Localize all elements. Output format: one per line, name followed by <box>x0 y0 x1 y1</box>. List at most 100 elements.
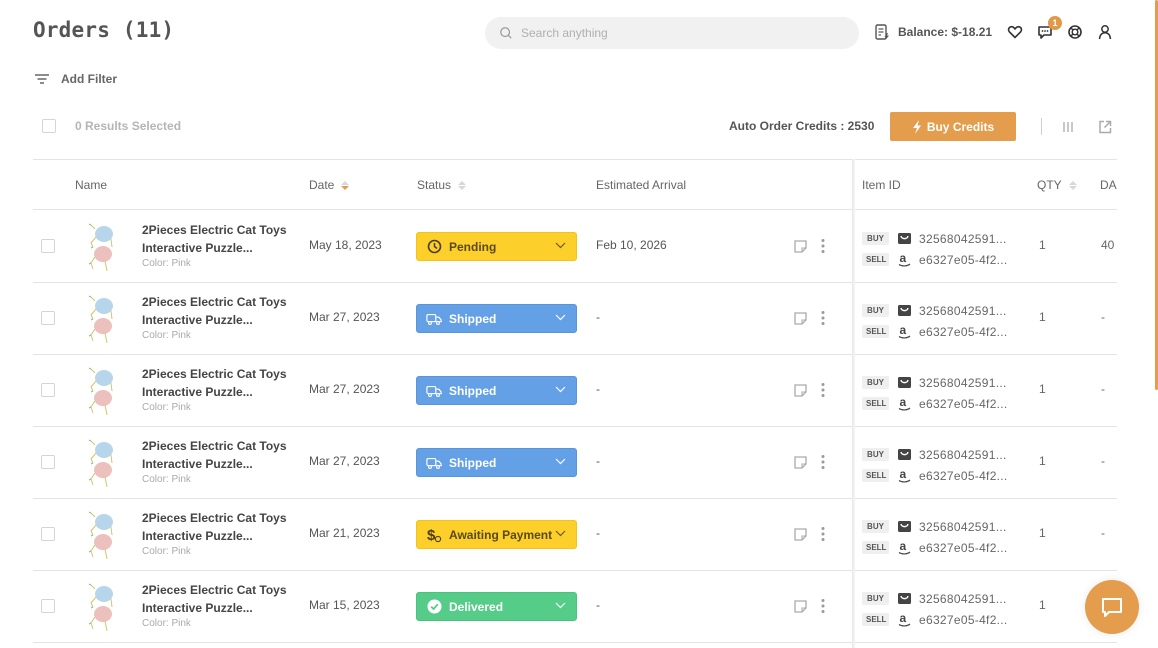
product-name-line2[interactable]: Interactive Puzzle... <box>142 241 253 255</box>
row-checkbox[interactable] <box>41 311 55 325</box>
note-icon[interactable] <box>794 600 807 613</box>
item-ids: BUY 32568042591... SELL a e6327e05-4f2..… <box>862 228 1008 270</box>
product-name-line1[interactable]: 2Pieces Electric Cat Toys <box>142 295 287 309</box>
chat-bubble-icon[interactable]: 1 <box>1035 16 1063 42</box>
search-input[interactable] <box>521 26 821 40</box>
table-row[interactable]: 2Pieces Electric Cat Toys Interactive Pu… <box>33 499 1117 571</box>
da-value: - <box>1101 382 1105 396</box>
product-thumbnail[interactable] <box>83 291 123 347</box>
table-row[interactable]: 2Pieces Electric Cat Toys Interactive Pu… <box>33 571 1117 643</box>
note-icon[interactable] <box>794 528 807 541</box>
table-row[interactable]: 2Pieces Electric Cat Toys Interactive Pu… <box>33 211 1117 283</box>
buy-item-id[interactable]: 32568042591... <box>919 592 1007 606</box>
sell-item-id[interactable]: e6327e05-4f2... <box>919 469 1008 483</box>
amazon-icon: a <box>897 540 911 555</box>
product-variant: Color: Pink <box>142 258 191 269</box>
row-checkbox[interactable] <box>41 599 55 613</box>
status-dropdown[interactable]: Shipped <box>416 448 577 477</box>
buy-item-id[interactable]: 32568042591... <box>919 448 1007 462</box>
invoice-icon[interactable] <box>872 22 892 42</box>
column-header-arrival: Estimated Arrival <box>596 160 686 210</box>
sell-item-id[interactable]: e6327e05-4f2... <box>919 541 1008 555</box>
da-value: - <box>1101 310 1105 324</box>
user-icon[interactable] <box>1095 22 1115 42</box>
buy-item-id[interactable]: 32568042591... <box>919 520 1007 534</box>
page-title: Orders (11) <box>33 18 175 42</box>
status-dropdown[interactable]: Delivered <box>416 592 577 621</box>
product-name-line1[interactable]: 2Pieces Electric Cat Toys <box>142 511 287 525</box>
buy-item-id[interactable]: 32568042591... <box>919 304 1007 318</box>
heart-icon[interactable] <box>1005 22 1025 42</box>
more-options-icon[interactable] <box>821 526 825 542</box>
product-name-line1[interactable]: 2Pieces Electric Cat Toys <box>142 439 287 453</box>
status-dropdown[interactable]: Shipped <box>416 304 577 333</box>
product-variant: Color: Pink <box>142 330 191 341</box>
sell-item-id[interactable]: e6327e05-4f2... <box>919 325 1008 339</box>
status-label: Shipped <box>449 455 497 470</box>
row-checkbox[interactable] <box>41 383 55 397</box>
estimated-arrival: - <box>596 310 600 324</box>
note-icon[interactable] <box>794 456 807 469</box>
svg-text:$: $ <box>427 527 436 543</box>
product-thumbnail[interactable] <box>83 219 123 275</box>
buy-item-id[interactable]: 32568042591... <box>919 376 1007 390</box>
column-header-name: Name <box>75 160 107 210</box>
sort-icon[interactable] <box>458 180 467 190</box>
column-header-date[interactable]: Date <box>309 160 350 210</box>
product-name-line2[interactable]: Interactive Puzzle... <box>142 601 253 615</box>
buy-credits-button[interactable]: Buy Credits <box>890 112 1016 141</box>
estimated-arrival: Feb 10, 2026 <box>596 238 667 252</box>
row-checkbox[interactable] <box>41 527 55 541</box>
select-all-checkbox[interactable] <box>42 119 56 133</box>
svg-text:a: a <box>899 468 906 481</box>
order-date: May 18, 2023 <box>309 238 382 252</box>
status-dropdown[interactable]: Shipped <box>416 376 577 405</box>
table-row[interactable]: 2Pieces Electric Cat Toys Interactive Pu… <box>33 283 1117 355</box>
chat-support-button[interactable] <box>1085 580 1139 634</box>
buy-item-id[interactable]: 32568042591... <box>919 232 1007 246</box>
chevron-down-icon <box>555 458 566 465</box>
product-thumbnail[interactable] <box>83 579 123 635</box>
table-row[interactable]: 2Pieces Electric Cat Toys Interactive Pu… <box>33 355 1117 427</box>
product-thumbnail[interactable] <box>83 363 123 419</box>
note-icon[interactable] <box>794 312 807 325</box>
columns-icon[interactable] <box>1062 120 1074 138</box>
product-name-line1[interactable]: 2Pieces Electric Cat Toys <box>142 223 287 237</box>
column-header-status[interactable]: Status <box>417 160 467 210</box>
row-checkbox[interactable] <box>41 239 55 253</box>
more-options-icon[interactable] <box>821 310 825 326</box>
note-icon[interactable] <box>794 240 807 253</box>
sort-icon[interactable] <box>1068 180 1077 190</box>
export-icon[interactable] <box>1098 120 1112 139</box>
search-bar[interactable] <box>485 17 859 49</box>
status-label: Shipped <box>449 383 497 398</box>
more-options-icon[interactable] <box>821 598 825 614</box>
lifebuoy-icon[interactable] <box>1065 22 1085 42</box>
buy-tag: BUY <box>862 448 889 461</box>
more-options-icon[interactable] <box>821 238 825 254</box>
status-dropdown[interactable]: $ Awaiting Payment <box>416 520 577 549</box>
row-checkbox[interactable] <box>41 455 55 469</box>
da-value: - <box>1101 454 1105 468</box>
product-thumbnail[interactable] <box>83 507 123 563</box>
product-name-line2[interactable]: Interactive Puzzle... <box>142 529 253 543</box>
sell-item-id[interactable]: e6327e05-4f2... <box>919 397 1008 411</box>
sell-tag: SELL <box>862 325 889 338</box>
product-name-line2[interactable]: Interactive Puzzle... <box>142 385 253 399</box>
add-filter-button[interactable]: Add Filter <box>35 72 117 86</box>
sell-item-id[interactable]: e6327e05-4f2... <box>919 613 1008 627</box>
product-name-line2[interactable]: Interactive Puzzle... <box>142 313 253 327</box>
more-options-icon[interactable] <box>821 382 825 398</box>
sort-icon[interactable] <box>341 180 350 190</box>
column-header-qty[interactable]: QTY <box>1037 160 1077 210</box>
product-name-line2[interactable]: Interactive Puzzle... <box>142 457 253 471</box>
more-options-icon[interactable] <box>821 454 825 470</box>
table-row[interactable]: 2Pieces Electric Cat Toys Interactive Pu… <box>33 427 1117 499</box>
sell-item-id[interactable]: e6327e05-4f2... <box>919 253 1008 267</box>
product-thumbnail[interactable] <box>83 435 123 491</box>
product-name-line1[interactable]: 2Pieces Electric Cat Toys <box>142 367 287 381</box>
product-name-line1[interactable]: 2Pieces Electric Cat Toys <box>142 583 287 597</box>
note-icon[interactable] <box>794 384 807 397</box>
column-arrival-label: Estimated Arrival <box>596 178 687 192</box>
status-dropdown[interactable]: Pending <box>416 232 577 261</box>
